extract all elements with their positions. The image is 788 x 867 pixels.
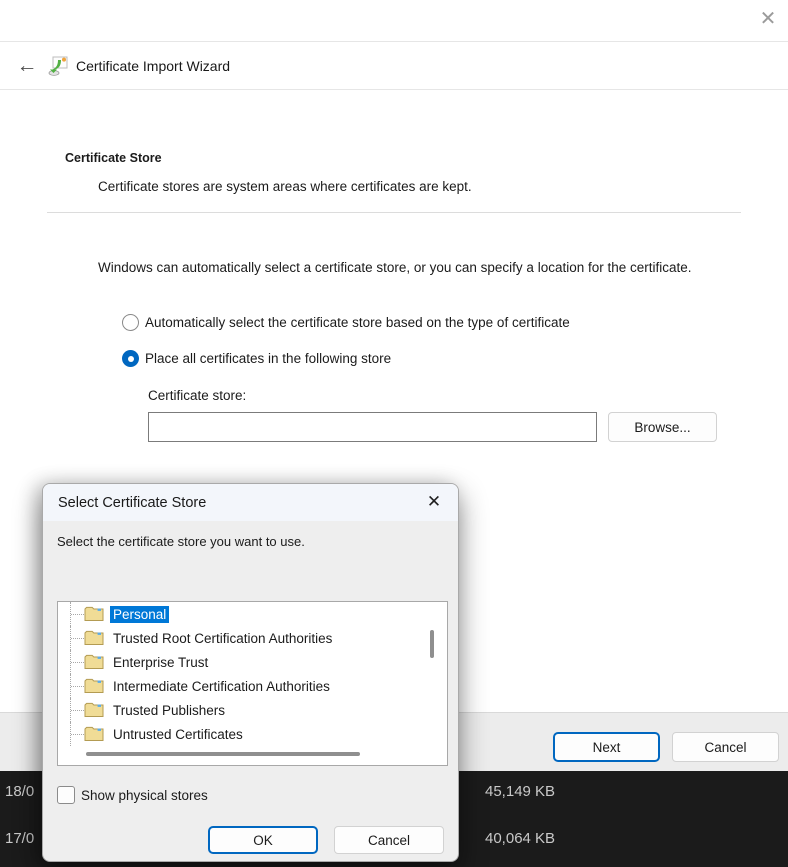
show-physical-stores-checkbox[interactable]: Show physical stores [57,786,208,804]
folder-icon [84,630,104,646]
radio-place-all-certificates[interactable]: Place all certificates in the following … [122,350,391,367]
certificate-store-item-label[interactable]: Enterprise Trust [110,654,211,671]
tree-connector [70,602,84,626]
radio-auto-label[interactable]: Automatically select the certificate sto… [145,315,570,330]
back-arrow-icon[interactable]: ← [12,51,42,81]
certificate-store-field-label: Certificate store: [148,388,246,403]
tree-connector [70,698,84,722]
wizard-header: ← Certificate Import Wizard [0,41,788,90]
page-subtitle: Certificate stores are system areas wher… [98,179,472,194]
file-row-date: 18/0 [5,783,34,800]
certificate-import-icon [47,55,69,77]
certificate-store-item-label[interactable]: Personal [110,606,169,623]
dialog-title: Select Certificate Store [58,495,206,511]
wizard-cancel-button[interactable]: Cancel [672,732,779,762]
certificate-store-item[interactable]: Intermediate Certification Authorities [58,674,447,698]
checkbox-label[interactable]: Show physical stores [81,788,208,803]
radio-auto-select-store[interactable]: Automatically select the certificate sto… [122,314,570,331]
certificate-store-item[interactable]: Trusted Root Certification Authorities [58,626,447,650]
intro-text: Windows can automatically select a certi… [98,258,738,277]
file-row-date: 17/0 [5,830,34,847]
next-button[interactable]: Next [553,732,660,762]
vertical-scrollbar-thumb[interactable] [430,630,434,658]
tree-connector [70,626,84,650]
certificate-store-item-label[interactable]: Trusted Publishers [110,702,228,719]
tree-connector [70,650,84,674]
ok-button[interactable]: OK [208,826,318,854]
folder-icon [84,678,104,694]
file-row-size: 40,064 KB [485,830,555,847]
dialog-close-icon[interactable]: ✕ [420,488,448,516]
checkbox-unchecked-icon[interactable] [57,786,75,804]
file-row-size: 45,149 KB [485,783,555,800]
radio-selected-icon[interactable] [122,350,139,367]
certificate-store-item-label[interactable]: Intermediate Certification Authorities [110,678,333,695]
folder-icon [84,606,104,622]
folder-icon [84,702,104,718]
folder-icon [84,654,104,670]
wizard-window-title: Certificate Import Wizard [76,58,230,74]
certificate-store-item[interactable]: Personal [58,602,447,626]
select-certificate-store-dialog: Select Certificate Store ✕ Select the ce… [42,483,459,862]
divider [47,212,741,213]
certificate-store-item-label[interactable]: Untrusted Certificates [110,726,246,743]
page-title: Certificate Store [65,151,162,165]
dialog-cancel-button[interactable]: Cancel [334,826,444,854]
radio-unselected-icon[interactable] [122,314,139,331]
tree-connector [70,674,84,698]
browse-button[interactable]: Browse... [608,412,717,442]
certificate-store-item[interactable]: Trusted Publishers [58,698,447,722]
certificate-store-input[interactable] [148,412,597,442]
window-close-icon[interactable]: ✕ [753,3,783,33]
certificate-store-item-label[interactable]: Trusted Root Certification Authorities [110,630,335,647]
dialog-titlebar: Select Certificate Store [43,484,458,521]
folder-icon [84,726,104,742]
certificate-store-item[interactable]: Untrusted Certificates [58,722,447,746]
radio-place-label[interactable]: Place all certificates in the following … [145,351,391,366]
dialog-prompt: Select the certificate store you want to… [57,534,305,549]
certificate-store-tree[interactable]: Personal Trusted Root Certification Auth… [57,601,448,766]
certificate-store-item[interactable]: Enterprise Trust [58,650,447,674]
tree-connector [70,722,84,746]
horizontal-scrollbar-thumb[interactable] [86,752,360,756]
